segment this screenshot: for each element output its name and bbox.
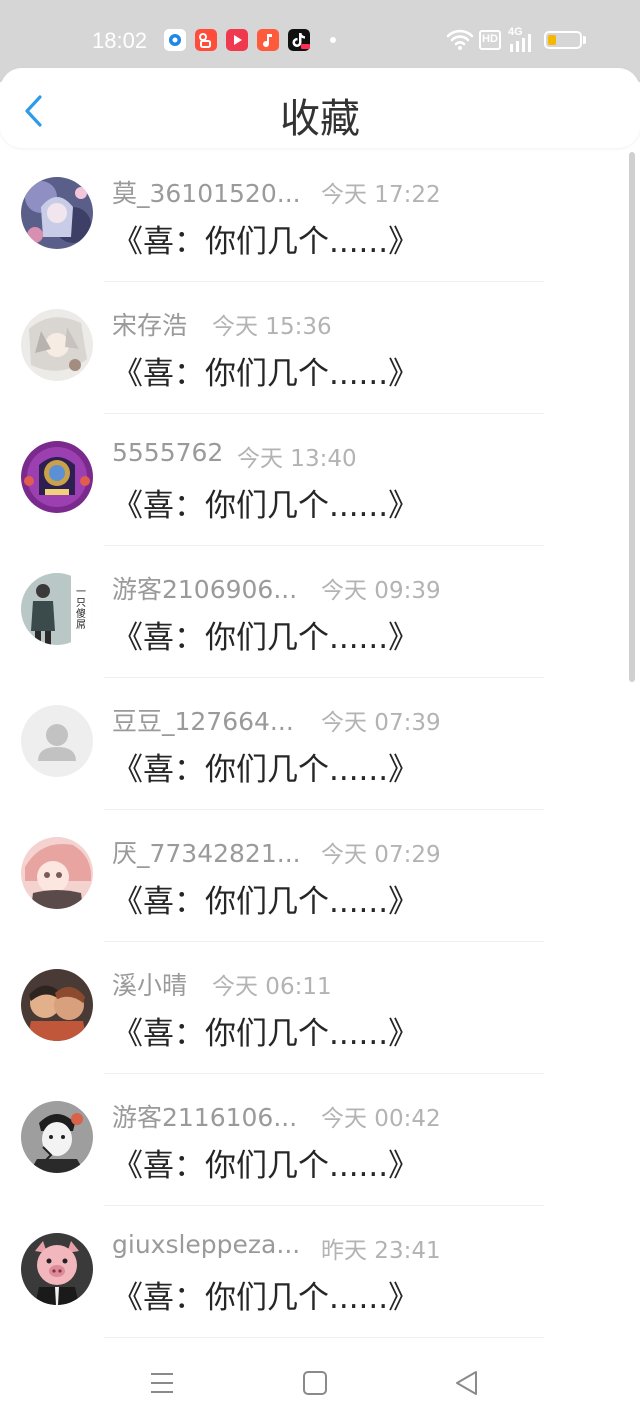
tiktok-app-icon — [288, 29, 310, 51]
list-item[interactable]: 游客2116106... 今天 00:42 《喜：你们几个......》 — [0, 1074, 630, 1206]
anime-girl-avatar[interactable] — [21, 177, 93, 249]
wifi-icon — [446, 29, 474, 50]
item-name: giuxsleppeza... — [112, 1230, 301, 1259]
item-time: 今天 07:39 — [321, 710, 441, 736]
item-message: 《喜：你们几个......》 — [112, 620, 420, 656]
item-message: 《喜：你们几个......》 — [112, 356, 420, 392]
browser-app-icon — [164, 29, 186, 51]
home-square-icon — [303, 1371, 327, 1395]
list-item[interactable]: 厌_77342821... 今天 07:29 《喜：你们几个......》 — [0, 810, 630, 942]
music-app-icon — [257, 29, 279, 51]
divider — [104, 1337, 544, 1338]
item-message: 《喜：你们几个......》 — [112, 1016, 420, 1052]
item-name: 5555762 — [112, 438, 224, 467]
item-time: 今天 13:40 — [237, 446, 357, 472]
battery-cap — [583, 36, 586, 44]
battery-level-fill — [548, 35, 556, 45]
item-name: 溪小晴 — [112, 971, 188, 1000]
default-user-avatar[interactable] — [21, 705, 93, 777]
list-item[interactable]: giuxsleppeza... 昨天 23:41 《喜：你们几个......》 — [0, 1206, 630, 1338]
item-name: 厌_77342821... — [112, 839, 301, 868]
system-back-button[interactable] — [450, 1366, 484, 1400]
signal-icon: 4G — [508, 26, 534, 52]
header: 收藏 — [0, 68, 640, 148]
status-time: 18:02 — [92, 28, 148, 53]
item-name: 游客2116106... — [112, 1103, 298, 1132]
item-time: 今天 06:11 — [212, 974, 332, 1000]
item-time: 今天 07:29 — [321, 842, 441, 868]
item-time: 今天 15:36 — [212, 314, 332, 340]
item-message: 《喜：你们几个......》 — [112, 1148, 420, 1184]
sketch-portrait-avatar[interactable] — [21, 1101, 93, 1173]
list-item[interactable]: 莫_36101520... 今天 17:22 《喜：你们几个......》 — [0, 150, 630, 282]
list-item[interactable]: 5555762 今天 13:40 《喜：你们几个......》 — [0, 414, 630, 546]
list-item[interactable]: 豆豆_127664... 今天 07:39 《喜：你们几个......》 — [0, 678, 630, 810]
item-name: 豆豆_127664... — [112, 707, 294, 736]
hd-badge: HD — [479, 30, 501, 50]
list-item[interactable]: 一只傻屌 游客2106906... 今天 09:39 《喜：你们几个......… — [0, 546, 630, 678]
couple-illustration-avatar[interactable] — [21, 969, 93, 1041]
item-time: 今天 09:39 — [321, 578, 441, 604]
video-app-icon — [226, 29, 248, 51]
avatar-caption: 一只傻屌 — [76, 587, 86, 631]
anime-white-hair-avatar[interactable] — [21, 309, 93, 381]
favorites-list: 莫_36101520... 今天 17:22 《喜：你们几个......》 宋存… — [0, 150, 640, 1342]
item-name: 宋存浩 — [112, 311, 188, 340]
item-message: 《喜：你们几个......》 — [112, 752, 420, 788]
item-message: 《喜：你们几个......》 — [112, 488, 420, 524]
hd-label: HD — [482, 33, 498, 45]
kuaishou-app-icon — [195, 29, 217, 51]
menu-button[interactable] — [145, 1366, 179, 1400]
system-nav-bar — [0, 1342, 640, 1422]
menu-icon — [151, 1373, 173, 1393]
item-name: 莫_36101520... — [112, 179, 301, 208]
item-message: 《喜：你们几个......》 — [112, 1280, 420, 1316]
item-message: 《喜：你们几个......》 — [112, 224, 420, 260]
item-time: 今天 00:42 — [321, 1106, 441, 1132]
game-emblem-avatar[interactable] — [21, 441, 93, 513]
item-time: 今天 17:22 — [321, 182, 441, 208]
scrollbar[interactable] — [629, 152, 635, 682]
list-item[interactable]: 宋存浩 今天 15:36 《喜：你们几个......》 — [0, 282, 630, 414]
pig-avatar[interactable] — [21, 1233, 93, 1305]
item-name: 游客2106906... — [112, 575, 298, 604]
home-button[interactable] — [298, 1366, 332, 1400]
item-time: 昨天 23:41 — [321, 1238, 441, 1264]
item-message: 《喜：你们几个......》 — [112, 884, 420, 920]
pink-hair-avatar[interactable] — [21, 837, 93, 909]
person-photo-avatar[interactable]: 一只傻屌 — [21, 573, 93, 645]
battery-icon — [544, 31, 582, 49]
page-title: 收藏 — [280, 96, 360, 142]
screen: 18:02 HD 4G 收藏 莫_36101520... 今天 17:22 《喜… — [0, 0, 640, 1422]
list-item[interactable]: 溪小晴 今天 06:11 《喜：你们几个......》 — [0, 942, 630, 1074]
notification-more-dot — [330, 37, 336, 43]
back-triangle-icon — [456, 1371, 477, 1395]
